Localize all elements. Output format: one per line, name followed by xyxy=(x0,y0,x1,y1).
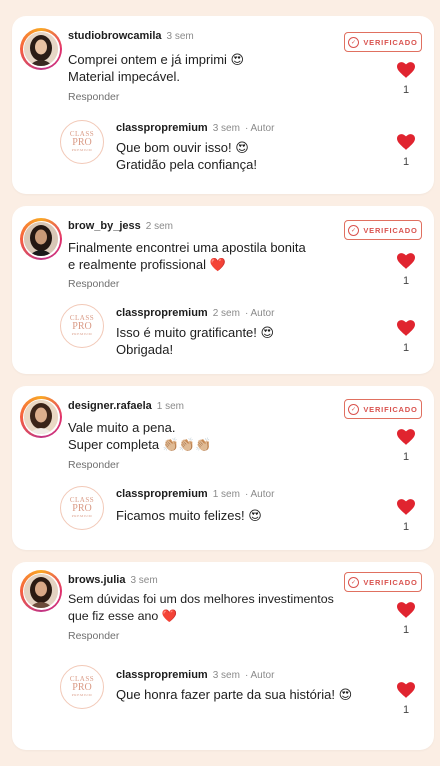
reply-text: Ficamos muito felizes! 😍 xyxy=(116,508,262,523)
comment-text: Vale muito a pena. Super completa 👏🏼👏🏼👏🏼 xyxy=(68,420,212,452)
author-tag: · Autor xyxy=(244,308,275,319)
reply-button[interactable]: Responder xyxy=(68,630,119,642)
comment-text: Comprei ontem e já imprimi 😍 Material im… xyxy=(68,52,245,84)
reply-button[interactable]: Responder xyxy=(68,91,119,103)
check-icon: ✓ xyxy=(348,403,360,415)
like-button[interactable]: 1 xyxy=(396,253,416,287)
like-count: 1 xyxy=(402,342,410,354)
comment-username[interactable]: designer.rafaela 1 sem xyxy=(68,400,184,412)
reply-username[interactable]: classpropremium 1 sem · Autor xyxy=(116,488,274,500)
check-icon: ✓ xyxy=(348,224,360,236)
reply-username[interactable]: classpropremium 2 sem · Autor xyxy=(116,307,274,319)
like-button[interactable]: 1 xyxy=(396,602,416,636)
comment-time: 2 sem xyxy=(145,221,173,232)
comment-text: Sem dúvidas foi um dos melhores investim… xyxy=(68,592,334,623)
comment-username[interactable]: brows.julia 3 sem xyxy=(68,574,158,586)
avatar[interactable] xyxy=(20,396,62,438)
reply-text: Que bom ouvir isso! 😍 Gratidão pela conf… xyxy=(116,140,257,172)
reply-username[interactable]: classpropremium 3 sem · Autor xyxy=(116,669,274,681)
like-count: 1 xyxy=(402,451,410,463)
heart-icon xyxy=(396,499,416,515)
check-icon: ✓ xyxy=(348,576,360,588)
reply-time: 3 sem xyxy=(212,670,240,681)
comment-card: studiobrowcamila 3 sem Comprei ontem e já… xyxy=(12,16,434,194)
brand-logo-avatar[interactable]: CLASS PRO PREMIUM xyxy=(60,304,104,348)
author-tag: · Autor xyxy=(244,123,275,134)
like-count: 1 xyxy=(402,521,410,533)
like-button[interactable]: 1 xyxy=(396,62,416,96)
comment-card: designer.rafaela 1 sem Vale muito a pena.… xyxy=(12,386,434,550)
like-count: 1 xyxy=(402,275,410,287)
author-tag: · Autor xyxy=(244,670,275,681)
profile-photo xyxy=(24,574,58,608)
heart-icon xyxy=(396,253,416,269)
heart-icon xyxy=(396,429,416,445)
comment-card: brow_by_jess 2 sem Finalmente encontrei u… xyxy=(12,206,434,374)
avatar[interactable] xyxy=(20,28,62,70)
reply-button[interactable]: Responder xyxy=(68,459,119,471)
like-count: 1 xyxy=(402,624,410,636)
reply-text: Que honra fazer parte da sua história! 😍 xyxy=(116,687,353,702)
like-button[interactable]: 1 xyxy=(396,682,416,716)
like-button[interactable]: 1 xyxy=(396,134,416,168)
verified-badge: ✓ VERIFICADO xyxy=(344,399,422,419)
avatar[interactable] xyxy=(20,218,62,260)
verified-badge: ✓ VERIFICADO xyxy=(344,32,422,52)
like-count: 1 xyxy=(402,156,410,168)
comment-time: 3 sem xyxy=(130,575,158,586)
reply-time: 2 sem xyxy=(212,308,240,319)
heart-icon xyxy=(396,62,416,78)
verified-badge: ✓ VERIFICADO xyxy=(344,572,422,592)
comment-time: 1 sem xyxy=(156,401,185,412)
comment-time: 3 sem xyxy=(166,31,194,42)
like-count: 1 xyxy=(402,704,410,716)
heart-icon xyxy=(396,682,416,698)
comment-card: brows.julia 3 sem Sem dúvidas foi um dos … xyxy=(12,562,434,750)
author-tag: · Autor xyxy=(244,489,275,500)
verified-badge: ✓ VERIFICADO xyxy=(344,220,422,240)
reply-username[interactable]: classpropremium 3 sem · Autor xyxy=(116,122,274,134)
brand-logo-avatar[interactable]: CLASS PRO PREMIUM xyxy=(60,120,104,164)
comment-username[interactable]: studiobrowcamila 3 sem xyxy=(68,30,194,42)
check-icon: ✓ xyxy=(348,36,360,48)
brand-logo-avatar[interactable]: CLASS PRO PREMIUM xyxy=(60,486,104,530)
reply-text: Isso é muito gratificante! 😍 Obrigada! xyxy=(116,325,275,357)
heart-icon xyxy=(396,602,416,618)
reply-time: 1 sem xyxy=(212,489,240,500)
like-button[interactable]: 1 xyxy=(396,499,416,533)
comments-feed: studiobrowcamila 3 sem Comprei ontem e já… xyxy=(0,0,440,766)
profile-photo xyxy=(24,400,58,434)
like-button[interactable]: 1 xyxy=(396,320,416,354)
like-button[interactable]: 1 xyxy=(396,429,416,463)
reply-time: 3 sem xyxy=(212,123,240,134)
comment-username[interactable]: brow_by_jess 2 sem xyxy=(68,220,173,232)
profile-photo xyxy=(24,222,58,256)
like-count: 1 xyxy=(402,84,410,96)
brand-logo-avatar[interactable]: CLASS PRO PREMIUM xyxy=(60,665,104,709)
heart-icon xyxy=(396,320,416,336)
comment-text: Finalmente encontrei uma apostila bonita… xyxy=(68,240,306,272)
avatar[interactable] xyxy=(20,570,62,612)
reply-button[interactable]: Responder xyxy=(68,278,119,290)
profile-photo xyxy=(24,32,58,66)
heart-icon xyxy=(396,134,416,150)
